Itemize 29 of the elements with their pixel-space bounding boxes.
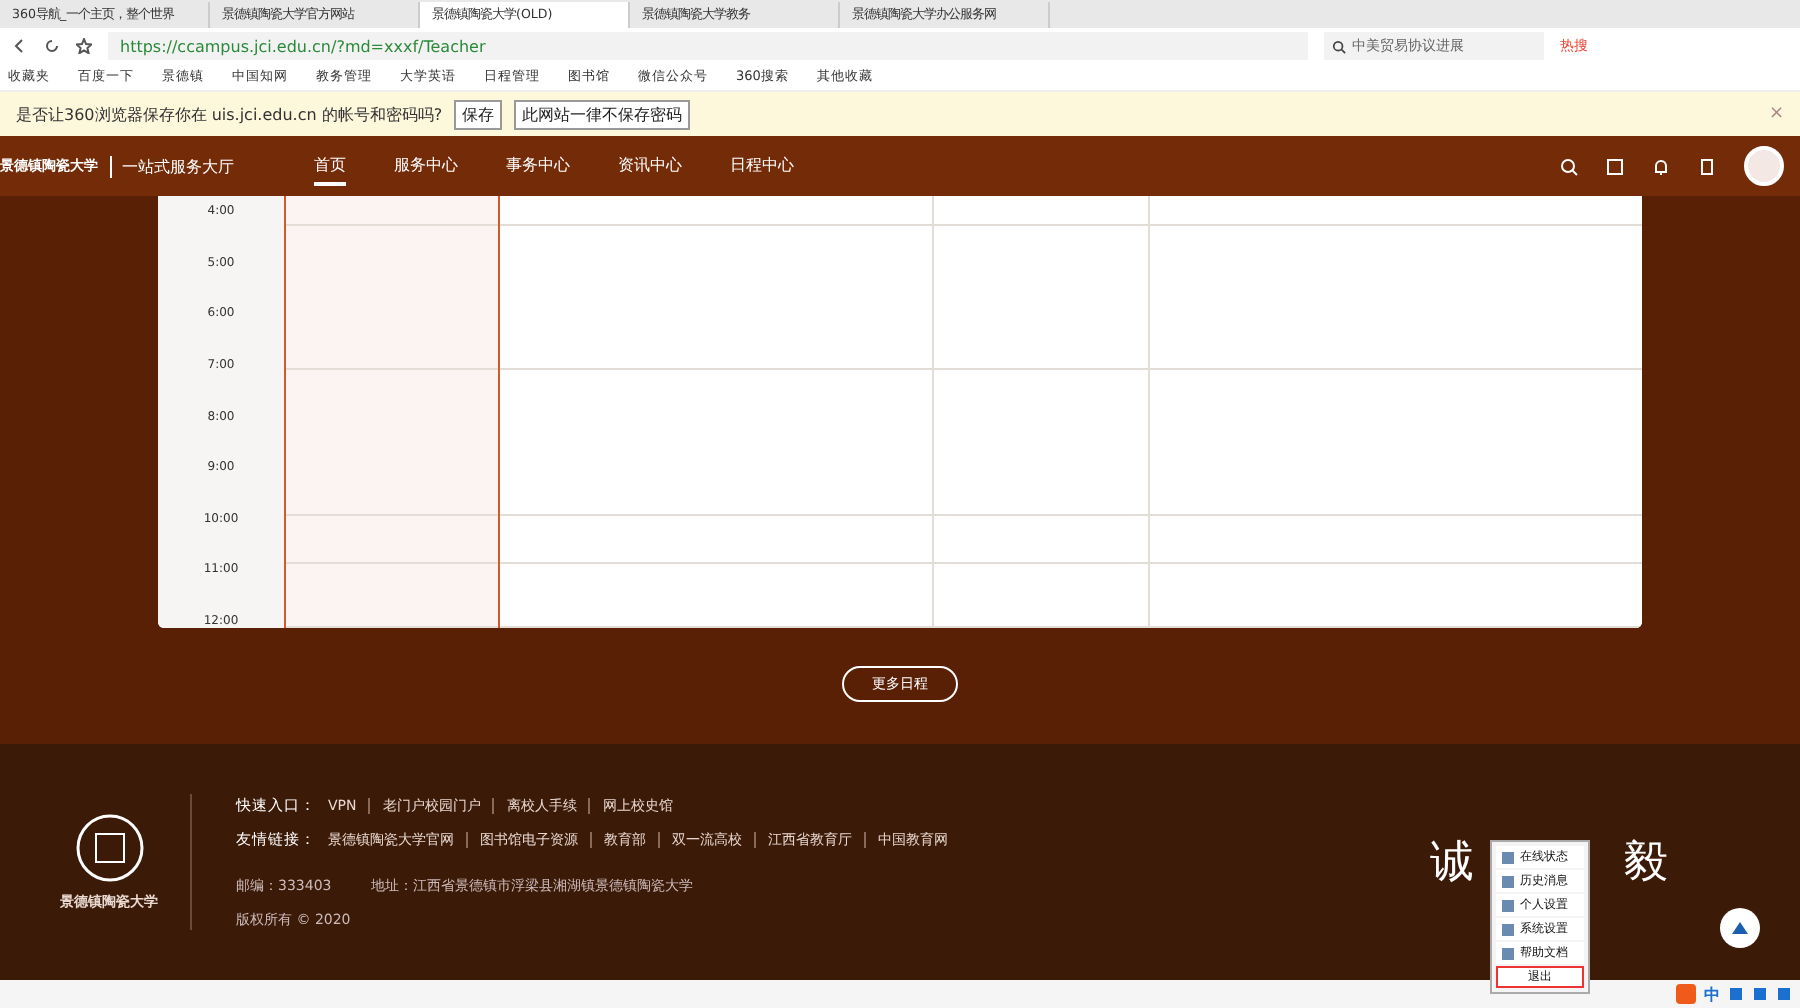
grid-icon[interactable]: [1606, 157, 1624, 175]
back-to-top-button[interactable]: [1720, 908, 1760, 948]
save-bar-button[interactable]: 此网站一律不保存密码: [514, 99, 691, 129]
nav-link[interactable]: 日程中心: [730, 147, 794, 185]
user-avatar[interactable]: [1744, 146, 1784, 186]
up-arrow-icon: [1732, 922, 1748, 934]
motto-calligraphy: 诚: [1430, 836, 1474, 892]
mic-icon[interactable]: [1728, 986, 1744, 1002]
university-seal-icon: [73, 812, 145, 884]
bell-icon[interactable]: [1652, 157, 1670, 175]
nav-link[interactable]: 事务中心: [506, 147, 570, 185]
nav-link[interactable]: 服务中心: [394, 147, 458, 185]
document-icon[interactable]: [1698, 157, 1716, 175]
address-field[interactable]: https://ccampus.jci.edu.cn/?md=xxxf/Teacher: [108, 32, 1308, 60]
save-password-message: 是否让360浏览器保存你在 uis.jci.edu.cn 的帐号和密码吗?: [16, 103, 443, 125]
search-icon: [1332, 39, 1346, 53]
motto-calligraphy: 毅: [1624, 836, 1668, 892]
keyboard-icon[interactable]: [1752, 986, 1768, 1002]
refresh-icon[interactable]: [44, 38, 60, 54]
search-icon[interactable]: [1560, 157, 1578, 175]
input-method-icon[interactable]: [1676, 984, 1696, 1004]
portal-title: 一站式服务大厅: [110, 155, 234, 177]
star-icon[interactable]: [76, 38, 92, 54]
save-bar-button[interactable]: 保存: [454, 99, 503, 129]
nav-link[interactable]: 首页: [314, 147, 346, 185]
ime-mode[interactable]: 中: [1704, 983, 1720, 1005]
shirt-icon[interactable]: [1776, 986, 1792, 1002]
nav-link[interactable]: 资讯中心: [618, 147, 682, 185]
back-icon[interactable]: [12, 38, 28, 54]
